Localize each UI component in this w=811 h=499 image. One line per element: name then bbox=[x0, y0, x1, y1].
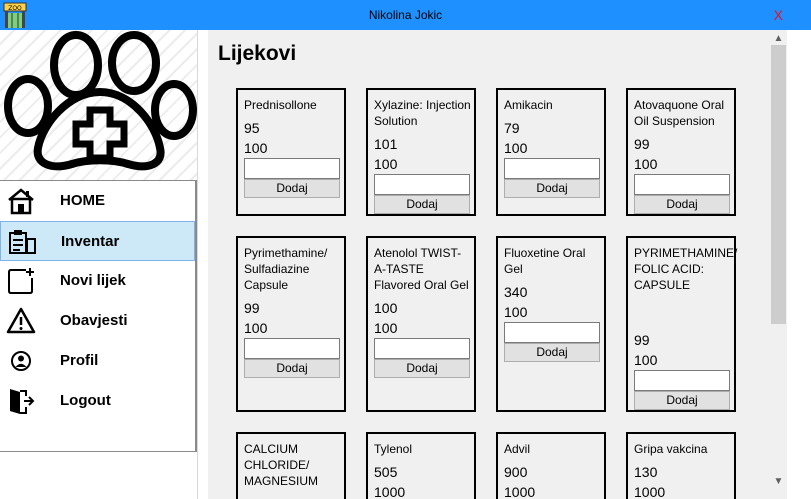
medicine-card: Atovaquone Oral Oil Suspension 99 100 Do… bbox=[626, 88, 736, 216]
sidebar: HOME Inventar Novi lijek Obavjesti Profi… bbox=[0, 30, 198, 499]
title-bar: ZOO Nikolina Jokic X bbox=[0, 0, 811, 30]
quantity-input[interactable] bbox=[634, 370, 730, 391]
medicine-name: Atovaquone Oral Oil Suspension bbox=[634, 98, 725, 128]
quantity-input[interactable] bbox=[634, 174, 730, 195]
medicine-card: Xylazine: Injection Solution 101 100 Dod… bbox=[366, 88, 476, 216]
add-button[interactable]: Dodaj bbox=[244, 179, 340, 198]
medicine-name: Tylenol bbox=[374, 442, 413, 456]
sidebar-item-inventar[interactable]: Inventar bbox=[0, 221, 195, 261]
sidebar-item-profil[interactable]: Profil bbox=[0, 341, 195, 381]
medicine-max-quantity: 100 bbox=[374, 156, 398, 172]
add-button[interactable]: Dodaj bbox=[244, 359, 340, 378]
medicine-card: PYRIMETHAMINE/ FOLIC ACID: CAPSULE 99 10… bbox=[626, 236, 738, 412]
sidebar-item-novi-lijek[interactable]: Novi lijek bbox=[0, 261, 195, 301]
sidebar-item-obavjesti[interactable]: Obavjesti bbox=[0, 301, 195, 341]
warning-icon bbox=[6, 307, 36, 334]
sidebar-item-label: Obavjesti bbox=[60, 312, 128, 329]
scrollbar-thumb[interactable] bbox=[771, 45, 786, 324]
quantity-input[interactable] bbox=[374, 338, 470, 359]
vertical-scrollbar[interactable]: ▲ ▼ bbox=[770, 30, 787, 499]
medicine-name: Prednisollone bbox=[244, 98, 317, 112]
sidebar-item-label: Profil bbox=[60, 352, 99, 369]
medicine-quantity: 340 bbox=[504, 284, 528, 300]
add-button[interactable]: Dodaj bbox=[504, 179, 600, 198]
medicine-quantity: 79 bbox=[504, 120, 520, 136]
inventory-icon bbox=[9, 230, 36, 254]
medicine-max-quantity: 100 bbox=[374, 320, 398, 336]
medicine-name: Advil bbox=[504, 442, 531, 456]
window-edge bbox=[787, 30, 811, 499]
medicine-card: Amikacin 79 100 Dodaj bbox=[496, 88, 606, 216]
sidebar-item-label: Novi lijek bbox=[60, 272, 126, 289]
main-panel: Lijekovi Prednisollone 95 100 Dodaj Xyla… bbox=[208, 30, 770, 499]
medicine-max-quantity: 100 bbox=[244, 140, 268, 156]
medicine-card: CALCIUM CHLORIDE/ MAGNESIUM bbox=[236, 432, 346, 499]
medicine-card: Tylenol 505 1000 bbox=[366, 432, 476, 499]
medicine-max-quantity: 100 bbox=[504, 140, 528, 156]
close-button[interactable]: X bbox=[774, 0, 783, 30]
sidebar-item-label: Logout bbox=[60, 392, 111, 409]
page-title: Lijekovi bbox=[218, 42, 297, 65]
medicine-max-quantity: 100 bbox=[504, 304, 528, 320]
user-icon bbox=[11, 351, 31, 371]
medicine-quantity: 99 bbox=[634, 332, 650, 348]
home-icon bbox=[8, 188, 34, 215]
paw-cross-logo bbox=[4, 31, 197, 171]
medicine-max-quantity: 1000 bbox=[504, 484, 536, 499]
medicine-name: Amikacin bbox=[504, 98, 553, 112]
add-button[interactable]: Dodaj bbox=[634, 195, 730, 214]
medicine-name: Atenolol TWIST-A-TASTE Flavored Oral Gel bbox=[374, 246, 469, 292]
medicine-quantity: 130 bbox=[634, 464, 658, 480]
medicine-card: Atenolol TWIST-A-TASTE Flavored Oral Gel… bbox=[366, 236, 476, 412]
add-button[interactable]: Dodaj bbox=[374, 195, 470, 214]
quantity-input[interactable] bbox=[244, 158, 340, 179]
medicine-max-quantity: 1000 bbox=[634, 484, 666, 499]
medicine-quantity: 101 bbox=[374, 136, 398, 152]
medicine-card: Pyrimethamine/ Sulfadiazine Capsule 99 1… bbox=[236, 236, 346, 412]
quantity-input[interactable] bbox=[374, 174, 470, 195]
medicine-quantity: 900 bbox=[504, 464, 528, 480]
medicine-max-quantity: 100 bbox=[634, 352, 658, 368]
sidebar-item-label: Inventar bbox=[61, 233, 120, 250]
medicine-card: Fluoxetine Oral Gel 340 100 Dodaj bbox=[496, 236, 606, 412]
medicine-name: Pyrimethamine/ Sulfadiazine Capsule bbox=[244, 246, 328, 292]
medicine-quantity: 505 bbox=[374, 464, 398, 480]
add-medicine-icon bbox=[8, 268, 34, 294]
medicine-name: CALCIUM CHLORIDE/ MAGNESIUM bbox=[244, 442, 319, 488]
logo-area bbox=[0, 30, 197, 180]
sidebar-item-logout[interactable]: Logout bbox=[0, 381, 195, 421]
quantity-input[interactable] bbox=[504, 322, 600, 343]
medicine-quantity: 95 bbox=[244, 120, 260, 136]
sidebar-item-home[interactable]: HOME bbox=[0, 181, 195, 221]
medicine-quantity: 99 bbox=[244, 300, 260, 316]
medicine-card: Advil 900 1000 bbox=[496, 432, 606, 499]
window-title: Nikolina Jokic bbox=[368, 8, 443, 22]
add-button[interactable]: Dodaj bbox=[634, 391, 730, 410]
medicine-quantity: 99 bbox=[634, 136, 650, 152]
medicine-card: Prednisollone 95 100 Dodaj bbox=[236, 88, 346, 216]
quantity-input[interactable] bbox=[244, 338, 340, 359]
scroll-down-arrow-icon[interactable]: ▼ bbox=[770, 473, 787, 490]
medicine-quantity: 100 bbox=[374, 300, 398, 316]
medicine-card: Gripa vakcina 130 1000 bbox=[626, 432, 736, 499]
medicine-max-quantity: 1000 bbox=[374, 484, 406, 499]
medicine-name: Gripa vakcina bbox=[634, 442, 708, 456]
quantity-input[interactable] bbox=[504, 158, 600, 179]
medicine-name: Xylazine: Injection Solution bbox=[374, 98, 471, 128]
add-button[interactable]: Dodaj bbox=[374, 359, 470, 378]
medicine-max-quantity: 100 bbox=[634, 156, 658, 172]
medicine-name: PYRIMETHAMINE/ FOLIC ACID: CAPSULE bbox=[634, 246, 738, 292]
logout-icon bbox=[10, 389, 35, 414]
sidebar-item-label: HOME bbox=[60, 192, 105, 209]
add-button[interactable]: Dodaj bbox=[504, 343, 600, 362]
medicine-name: Fluoxetine Oral Gel bbox=[504, 246, 586, 276]
sidebar-menu: HOME Inventar Novi lijek Obavjesti Profi… bbox=[0, 180, 197, 452]
medicine-max-quantity: 100 bbox=[244, 320, 268, 336]
